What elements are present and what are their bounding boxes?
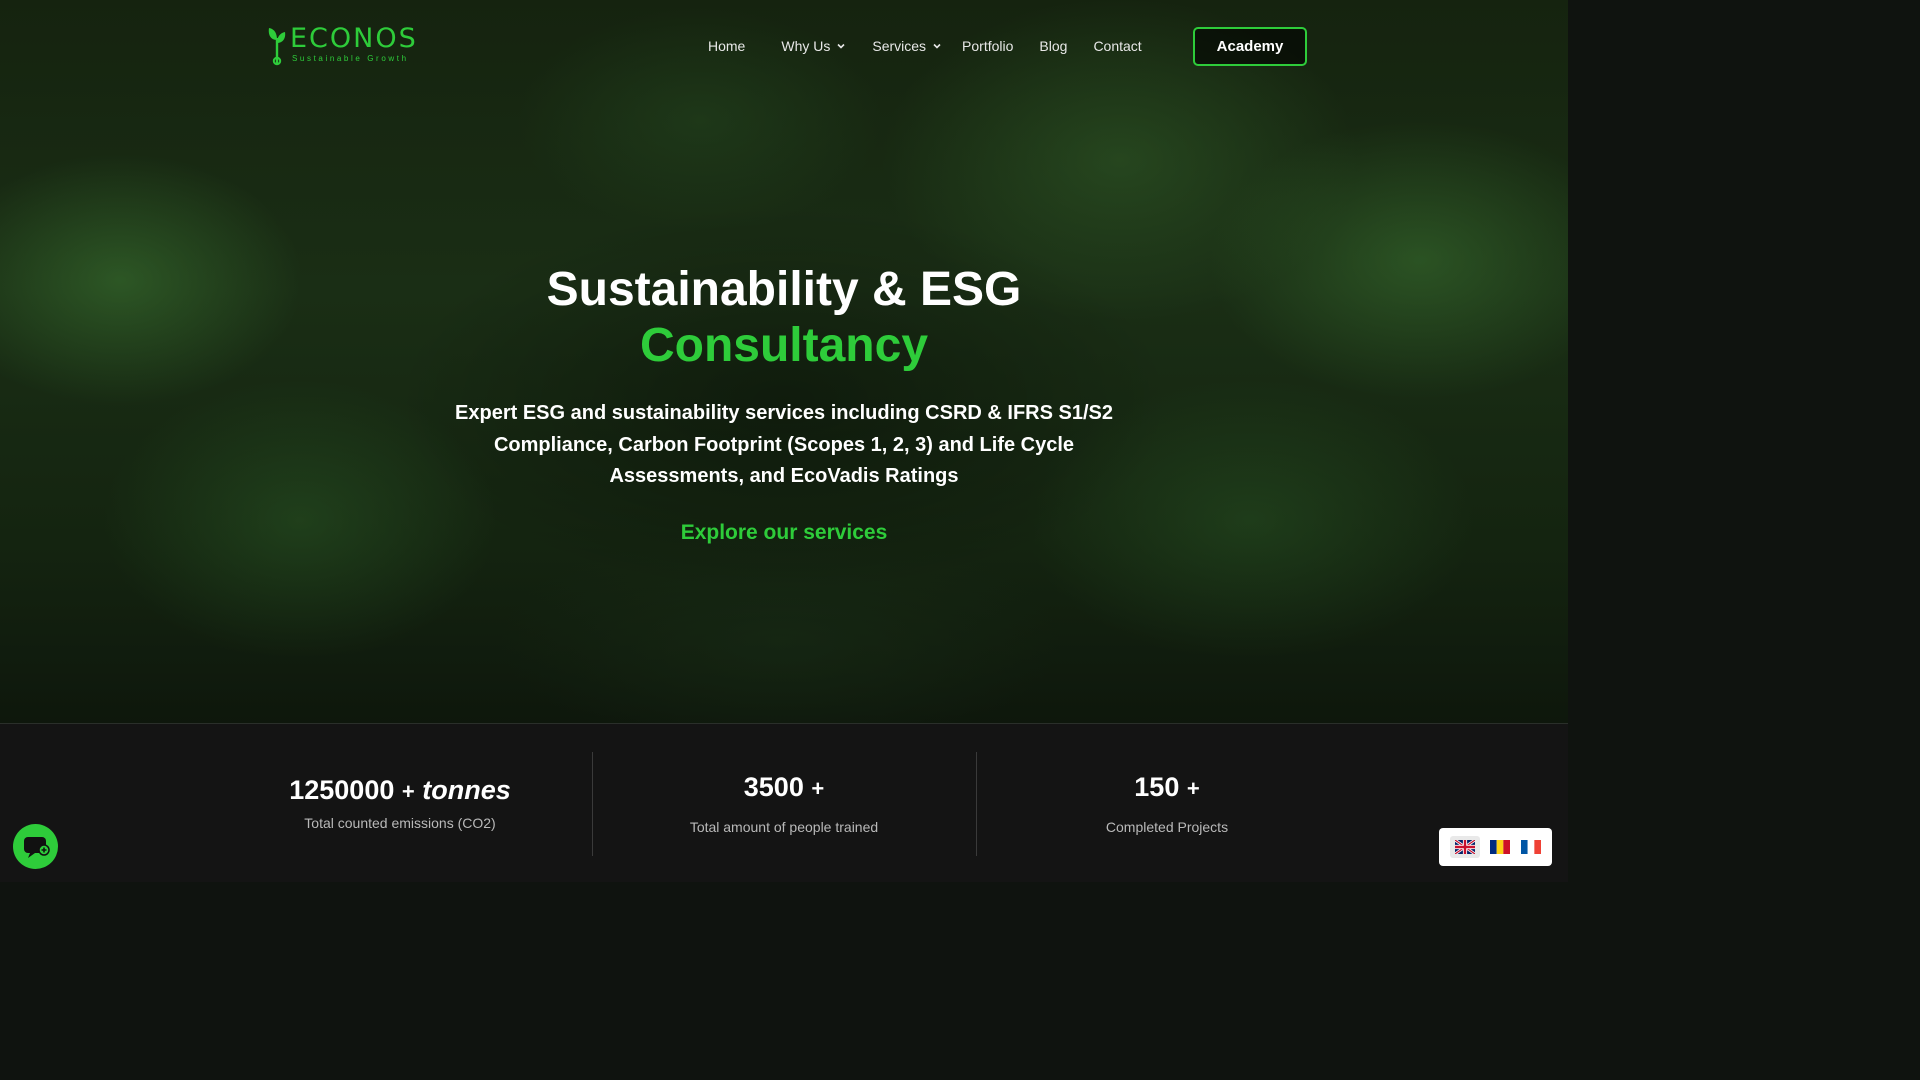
- stat-emissions: 1250000 + tonnes Total counted emissions…: [208, 724, 592, 882]
- language-en[interactable]: [1450, 836, 1481, 858]
- main-nav: Home Why Us Services Portfolio Blog Cont…: [708, 36, 1142, 56]
- stat-plus: +: [401, 779, 415, 804]
- brand-name: ECONOS: [290, 23, 418, 54]
- stat-number: 150: [1134, 772, 1180, 802]
- nav-home-label: Home: [708, 38, 746, 54]
- stat-number: 1250000: [289, 775, 395, 805]
- hero-title-highlight: Consultancy: [639, 319, 929, 372]
- stat-value: 1250000 + tonnes: [208, 775, 592, 806]
- stat-trained: 3500 + Total amount of people trained: [592, 724, 976, 882]
- stat-value: 3500 +: [592, 772, 976, 803]
- nav-services[interactable]: Services: [872, 38, 942, 54]
- nav-why-us-label: Why Us: [781, 38, 831, 54]
- language-ro[interactable]: [1490, 840, 1511, 854]
- stat-label: Total counted emissions (CO2): [304, 815, 496, 831]
- nav-portfolio[interactable]: Portfolio: [962, 38, 1013, 54]
- nav-home[interactable]: Home: [708, 38, 745, 54]
- nav-portfolio-label: Portfolio: [962, 38, 1014, 54]
- stat-label: Completed Projects: [1105, 819, 1229, 835]
- stat-plus: +: [1186, 776, 1200, 801]
- language-switcher: [1439, 828, 1552, 866]
- explore-services-link[interactable]: Explore our services: [0, 521, 1568, 545]
- nav-why-us[interactable]: Why Us: [781, 38, 846, 54]
- nav-contact-label: Contact: [1093, 38, 1142, 54]
- brand-tagline: Sustainable Growth: [292, 54, 409, 63]
- flag-romania-icon: [1490, 840, 1511, 854]
- stats-section: 1250000 + tonnes Total counted emissions…: [0, 724, 1568, 882]
- nav-blog-label: Blog: [1039, 38, 1068, 54]
- nav-blog[interactable]: Blog: [1039, 38, 1067, 54]
- stat-projects: 150 + Completed Projects: [975, 724, 1359, 882]
- chat-button[interactable]: [13, 824, 58, 869]
- academy-button[interactable]: Academy: [1193, 27, 1307, 66]
- chevron-down-icon: [933, 43, 941, 49]
- chat-icon: [23, 836, 50, 858]
- hero-title: Sustainability & ESG: [546, 263, 1022, 316]
- language-fr[interactable]: [1520, 840, 1541, 854]
- nav-services-label: Services: [872, 38, 927, 54]
- logo[interactable]: ECONOS Sustainable Growth: [266, 24, 426, 68]
- stat-number: 3500: [743, 772, 804, 802]
- chevron-down-icon: [837, 43, 845, 49]
- stat-value: 150 +: [975, 772, 1359, 803]
- flag-uk-icon: [1455, 840, 1476, 854]
- stat-unit: tonnes: [422, 775, 511, 805]
- hero-subtitle: Expert ESG and sustainability services i…: [455, 402, 1113, 487]
- stat-plus: +: [811, 776, 825, 801]
- stat-label: Total amount of people trained: [689, 819, 879, 835]
- nav-contact[interactable]: Contact: [1093, 38, 1141, 54]
- flag-france-icon: [1520, 840, 1541, 854]
- sprout-icon: [268, 28, 286, 66]
